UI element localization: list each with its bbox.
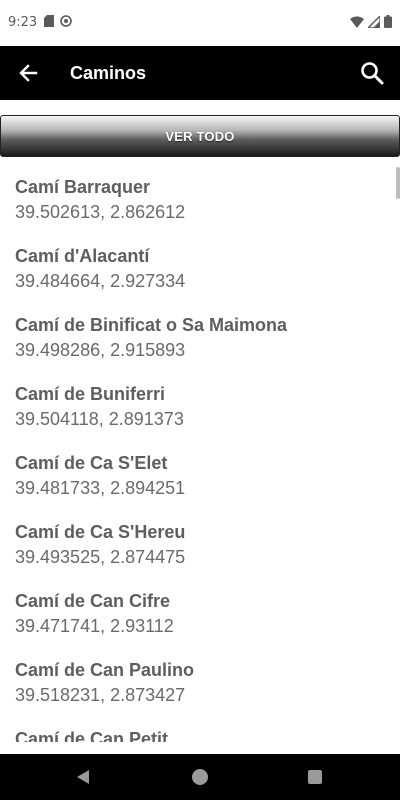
page-title: Caminos: [70, 63, 147, 83]
ver-todo-button[interactable]: VER TODO: [0, 115, 400, 157]
nav-home-icon[interactable]: [192, 769, 208, 785]
scrollbar-thumb[interactable]: [396, 167, 400, 199]
battery-icon: [384, 15, 392, 28]
list-item[interactable]: Camí de Buniferri 39.504118, 2.891373: [0, 372, 400, 441]
list-item[interactable]: Camí d'Alacantí 39.484664, 2.927334: [0, 234, 400, 303]
item-name: Camí de Can Cifre: [15, 591, 171, 611]
item-name: Camí de Buniferri: [15, 384, 166, 404]
item-coords: 39.504118, 2.891373: [15, 409, 184, 429]
item-coords: 39.518231, 2.873427: [15, 685, 186, 705]
status-bar: 9:23: [0, 0, 400, 46]
search-icon: [361, 62, 384, 85]
list-item[interactable]: Camí de Ca S'Elet 39.481733, 2.894251: [0, 441, 400, 510]
status-left-icons: [44, 15, 72, 27]
sync-icon: [60, 15, 72, 27]
wifi-icon: [350, 16, 364, 28]
item-name: Camí de Binificat o Sa Maimona: [15, 315, 288, 335]
list-item[interactable]: Camí Barraquer 39.502613, 2.862612: [0, 165, 400, 234]
back-button[interactable]: [12, 57, 44, 89]
item-coords: 39.493525, 2.874475: [15, 547, 186, 567]
sd-card-icon: [44, 15, 54, 27]
item-coords: 39.484664, 2.927334: [15, 271, 186, 291]
item-coords: 39.471741, 2.93112: [15, 616, 174, 636]
list-item[interactable]: Camí de Binificat o Sa Maimona 39.498286…: [0, 303, 400, 372]
item-name: Camí Barraquer: [15, 177, 151, 197]
arrow-back-icon: [19, 64, 38, 82]
status-right-icons: [350, 15, 392, 28]
item-name: Camí de Ca S'Hereu: [15, 522, 186, 542]
app-bar: Caminos: [0, 46, 400, 100]
item-coords: 39.498286, 2.915893: [15, 340, 186, 360]
caminos-list: Camí Barraquer 39.502613, 2.862612 Camí …: [0, 165, 400, 742]
status-time: 9:23: [8, 15, 38, 30]
item-name: Camí de Can Paulino: [15, 660, 195, 680]
item-name: Camí de Can Petit: [15, 729, 169, 742]
nav-back-icon[interactable]: [74, 768, 92, 786]
search-button[interactable]: [356, 57, 388, 89]
list-item[interactable]: Camí de Ca S'Hereu 39.493525, 2.874475: [0, 510, 400, 579]
item-name: Camí de Ca S'Elet: [15, 453, 168, 473]
nav-recents-icon[interactable]: [308, 770, 322, 784]
item-coords: 39.502613, 2.862612: [15, 202, 186, 222]
list-item[interactable]: Camí de Can Petit: [0, 717, 400, 742]
item-name: Camí d'Alacantí: [15, 246, 150, 266]
list-item[interactable]: Camí de Can Cifre 39.471741, 2.93112: [0, 579, 400, 648]
signal-icon: [368, 15, 380, 28]
system-nav-bar: [0, 754, 400, 800]
item-coords: 39.481733, 2.894251: [15, 478, 186, 498]
list-item[interactable]: Camí de Can Paulino 39.518231, 2.873427: [0, 648, 400, 717]
